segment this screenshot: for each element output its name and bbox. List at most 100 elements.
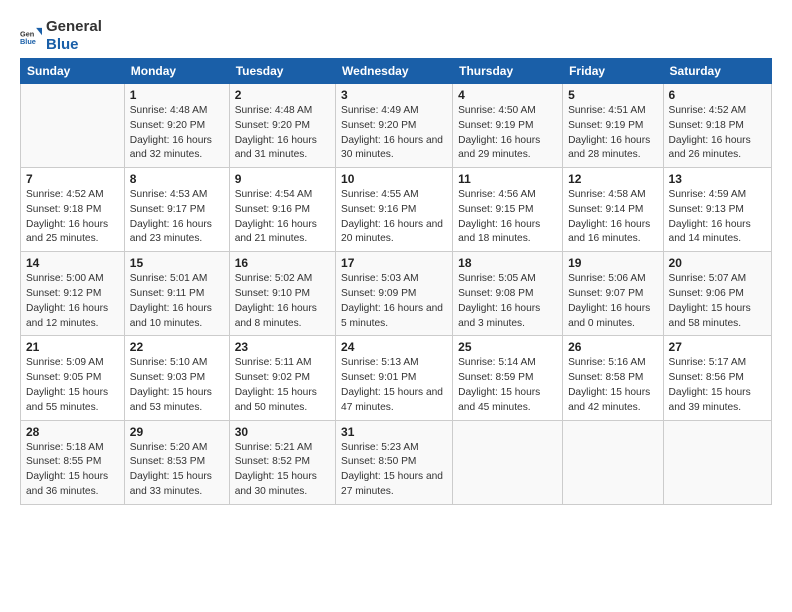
sunrise-line: Sunrise: 5:14 AM — [458, 356, 557, 371]
sunset-line: Sunset: 9:20 PM — [341, 119, 447, 134]
sunrise-line: Sunrise: 5:18 AM — [26, 441, 119, 456]
sunset-line: Sunset: 9:17 PM — [130, 203, 224, 218]
sunrise-line: Sunrise: 5:07 AM — [669, 272, 766, 287]
week-row-1: 7 Sunrise: 4:52 AM Sunset: 9:18 PM Dayli… — [21, 168, 772, 252]
sunset-line: Sunset: 9:08 PM — [458, 287, 557, 302]
daylight-line: Daylight: 16 hours and 12 minutes. — [26, 302, 119, 332]
sunset-line: Sunset: 9:13 PM — [669, 203, 766, 218]
date-number: 12 — [568, 172, 657, 186]
sunset-line: Sunset: 8:50 PM — [341, 455, 447, 470]
sunset-line: Sunset: 8:58 PM — [568, 371, 657, 386]
date-number: 23 — [235, 340, 330, 354]
day-cell: 21 Sunrise: 5:09 AM Sunset: 9:05 PM Dayl… — [21, 336, 125, 420]
sunset-line: Sunset: 9:16 PM — [235, 203, 330, 218]
sunrise-line: Sunrise: 4:48 AM — [235, 104, 330, 119]
sunset-line: Sunset: 8:53 PM — [130, 455, 224, 470]
day-cell: 27 Sunrise: 5:17 AM Sunset: 8:56 PM Dayl… — [663, 336, 771, 420]
daylight-line: Daylight: 16 hours and 31 minutes. — [235, 134, 330, 164]
sunset-line: Sunset: 9:18 PM — [26, 203, 119, 218]
date-number: 17 — [341, 256, 447, 270]
day-cell: 9 Sunrise: 4:54 AM Sunset: 9:16 PM Dayli… — [229, 168, 335, 252]
daylight-line: Daylight: 15 hours and 30 minutes. — [235, 470, 330, 500]
daylight-line: Daylight: 15 hours and 47 minutes. — [341, 386, 447, 416]
logo-general: General — [46, 18, 102, 35]
daylight-line: Daylight: 15 hours and 33 minutes. — [130, 470, 224, 500]
sunset-line: Sunset: 8:56 PM — [669, 371, 766, 386]
date-number: 6 — [669, 88, 766, 102]
day-cell: 29 Sunrise: 5:20 AM Sunset: 8:53 PM Dayl… — [124, 420, 229, 504]
logo-text: General Blue — [46, 18, 102, 54]
sunset-line: Sunset: 9:15 PM — [458, 203, 557, 218]
daylight-line: Daylight: 16 hours and 32 minutes. — [130, 134, 224, 164]
sunrise-line: Sunrise: 4:48 AM — [130, 104, 224, 119]
date-number: 7 — [26, 172, 119, 186]
week-row-0: 1 Sunrise: 4:48 AM Sunset: 9:20 PM Dayli… — [21, 84, 772, 168]
daylight-line: Daylight: 15 hours and 45 minutes. — [458, 386, 557, 416]
sunrise-line: Sunrise: 4:51 AM — [568, 104, 657, 119]
calendar-table: Sunday Monday Tuesday Wednesday Thursday… — [20, 58, 772, 505]
sunset-line: Sunset: 9:12 PM — [26, 287, 119, 302]
sunset-line: Sunset: 9:16 PM — [341, 203, 447, 218]
daylight-line: Daylight: 16 hours and 3 minutes. — [458, 302, 557, 332]
daylight-line: Daylight: 16 hours and 21 minutes. — [235, 218, 330, 248]
date-number: 9 — [235, 172, 330, 186]
logo-icon: Gen Blue — [20, 25, 42, 47]
day-cell: 20 Sunrise: 5:07 AM Sunset: 9:06 PM Dayl… — [663, 252, 771, 336]
daylight-line: Daylight: 15 hours and 58 minutes. — [669, 302, 766, 332]
day-cell: 5 Sunrise: 4:51 AM Sunset: 9:19 PM Dayli… — [563, 84, 663, 168]
sunset-line: Sunset: 9:01 PM — [341, 371, 447, 386]
day-cell: 13 Sunrise: 4:59 AM Sunset: 9:13 PM Dayl… — [663, 168, 771, 252]
daylight-line: Daylight: 16 hours and 23 minutes. — [130, 218, 224, 248]
sunrise-line: Sunrise: 5:20 AM — [130, 441, 224, 456]
day-cell — [453, 420, 563, 504]
day-cell: 10 Sunrise: 4:55 AM Sunset: 9:16 PM Dayl… — [336, 168, 453, 252]
day-cell: 8 Sunrise: 4:53 AM Sunset: 9:17 PM Dayli… — [124, 168, 229, 252]
sunset-line: Sunset: 9:09 PM — [341, 287, 447, 302]
date-number: 8 — [130, 172, 224, 186]
day-cell — [21, 84, 125, 168]
day-cell: 12 Sunrise: 4:58 AM Sunset: 9:14 PM Dayl… — [563, 168, 663, 252]
daylight-line: Daylight: 15 hours and 55 minutes. — [26, 386, 119, 416]
col-sunday: Sunday — [21, 59, 125, 84]
date-number: 10 — [341, 172, 447, 186]
date-number: 16 — [235, 256, 330, 270]
day-cell: 26 Sunrise: 5:16 AM Sunset: 8:58 PM Dayl… — [563, 336, 663, 420]
daylight-line: Daylight: 15 hours and 53 minutes. — [130, 386, 224, 416]
sunset-line: Sunset: 9:05 PM — [26, 371, 119, 386]
sunset-line: Sunset: 8:59 PM — [458, 371, 557, 386]
sunrise-line: Sunrise: 5:13 AM — [341, 356, 447, 371]
daylight-line: Daylight: 16 hours and 25 minutes. — [26, 218, 119, 248]
daylight-line: Daylight: 16 hours and 14 minutes. — [669, 218, 766, 248]
date-number: 24 — [341, 340, 447, 354]
sunrise-line: Sunrise: 4:59 AM — [669, 188, 766, 203]
date-number: 28 — [26, 425, 119, 439]
col-friday: Friday — [563, 59, 663, 84]
day-cell — [563, 420, 663, 504]
day-cell: 4 Sunrise: 4:50 AM Sunset: 9:19 PM Dayli… — [453, 84, 563, 168]
date-number: 14 — [26, 256, 119, 270]
sunrise-line: Sunrise: 4:54 AM — [235, 188, 330, 203]
sunrise-line: Sunrise: 4:53 AM — [130, 188, 224, 203]
sunrise-line: Sunrise: 5:16 AM — [568, 356, 657, 371]
date-number: 15 — [130, 256, 224, 270]
sunrise-line: Sunrise: 4:52 AM — [669, 104, 766, 119]
daylight-line: Daylight: 16 hours and 5 minutes. — [341, 302, 447, 332]
daylight-line: Daylight: 16 hours and 0 minutes. — [568, 302, 657, 332]
date-number: 22 — [130, 340, 224, 354]
sunrise-line: Sunrise: 5:02 AM — [235, 272, 330, 287]
day-cell: 30 Sunrise: 5:21 AM Sunset: 8:52 PM Dayl… — [229, 420, 335, 504]
daylight-line: Daylight: 16 hours and 28 minutes. — [568, 134, 657, 164]
date-number: 13 — [669, 172, 766, 186]
week-row-2: 14 Sunrise: 5:00 AM Sunset: 9:12 PM Dayl… — [21, 252, 772, 336]
logo: Gen Blue General Blue — [20, 18, 102, 54]
day-cell: 31 Sunrise: 5:23 AM Sunset: 8:50 PM Dayl… — [336, 420, 453, 504]
sunrise-line: Sunrise: 5:03 AM — [341, 272, 447, 287]
sunset-line: Sunset: 9:18 PM — [669, 119, 766, 134]
date-number: 3 — [341, 88, 447, 102]
daylight-line: Daylight: 15 hours and 36 minutes. — [26, 470, 119, 500]
daylight-line: Daylight: 15 hours and 42 minutes. — [568, 386, 657, 416]
daylight-line: Daylight: 16 hours and 8 minutes. — [235, 302, 330, 332]
day-cell: 24 Sunrise: 5:13 AM Sunset: 9:01 PM Dayl… — [336, 336, 453, 420]
calendar-body: 1 Sunrise: 4:48 AM Sunset: 9:20 PM Dayli… — [21, 84, 772, 505]
day-cell: 11 Sunrise: 4:56 AM Sunset: 9:15 PM Dayl… — [453, 168, 563, 252]
